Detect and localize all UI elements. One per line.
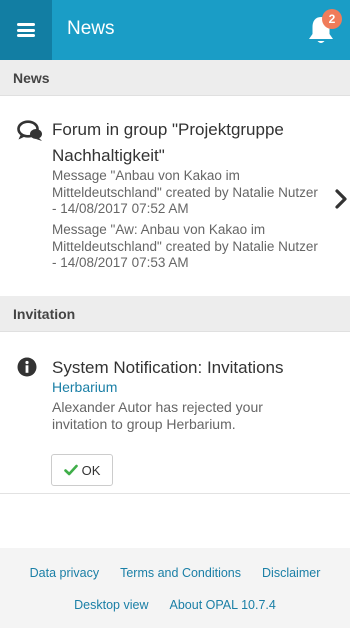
chevron-right-icon[interactable]	[334, 189, 348, 209]
invitation-text: Alexander Autor has rejected your invita…	[52, 399, 263, 432]
section-header-news: News	[0, 60, 350, 96]
menu-button[interactable]	[0, 0, 52, 60]
news-message-1: Message "Anbau von Kakao im Mitteldeutsc…	[52, 168, 318, 216]
footer-link-disclaimer[interactable]: Disclaimer	[262, 566, 320, 580]
footer-link-desktop-view[interactable]: Desktop view	[74, 598, 148, 612]
info-icon	[17, 357, 37, 377]
news-message-2: Message "Aw: Anbau von Kakao im Mittelde…	[52, 222, 318, 270]
notification-count-badge: 2	[322, 9, 342, 29]
invitation-title: System Notification: Invitations	[52, 358, 284, 377]
check-icon	[63, 464, 78, 476]
invitation-item: System Notification: Invitations Herbari…	[0, 336, 350, 494]
footer-link-about-opal[interactable]: About OPAL 10.7.4	[170, 598, 276, 612]
hamburger-menu-icon	[17, 23, 35, 37]
ok-button-label: OK	[81, 462, 101, 478]
group-link-herbarium[interactable]: Herbarium	[52, 379, 117, 395]
news-item-forum[interactable]: Forum in group "Projektgruppe Nachhaltig…	[0, 97, 350, 293]
page-title: News	[67, 18, 115, 39]
footer-links-row-2: Desktop view About OPAL 10.7.4	[0, 598, 350, 612]
footer: Data privacy Terms and Conditions Discla…	[0, 548, 350, 628]
ok-button[interactable]: OK	[51, 454, 113, 486]
news-item-title: Forum in group "Projektgruppe Nachhaltig…	[52, 120, 284, 165]
top-bar: News 2	[0, 0, 350, 60]
section-header-invitation: Invitation	[0, 296, 350, 332]
forum-chat-icon	[17, 120, 42, 141]
footer-link-data-privacy[interactable]: Data privacy	[30, 566, 99, 580]
footer-link-terms[interactable]: Terms and Conditions	[120, 566, 241, 580]
footer-links-row-1: Data privacy Terms and Conditions Discla…	[0, 566, 350, 580]
